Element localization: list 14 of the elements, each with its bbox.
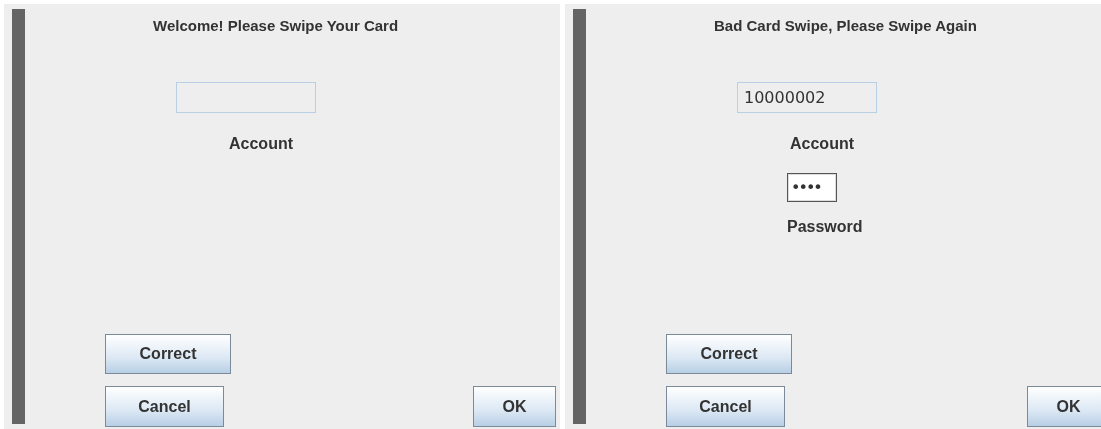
password-field[interactable]: •••• [787,173,837,202]
field-label: Account [229,135,293,153]
correct-button[interactable]: Correct [105,334,231,374]
ok-button[interactable]: OK [1027,386,1101,427]
ok-button[interactable]: OK [473,386,556,427]
cancel-button[interactable]: Cancel [105,386,224,427]
dialog-title: Welcome! Please Swipe Your Card [153,16,400,36]
cancel-button[interactable]: Cancel [666,386,785,427]
field-label: Account [790,135,854,153]
correct-button[interactable]: Correct [666,334,792,374]
account-field[interactable]: 10000002 [737,82,877,113]
dialog-title: Bad Card Swipe, Please Swipe Again [714,16,978,36]
account-field[interactable] [176,82,316,113]
field-label: Password [787,218,863,236]
